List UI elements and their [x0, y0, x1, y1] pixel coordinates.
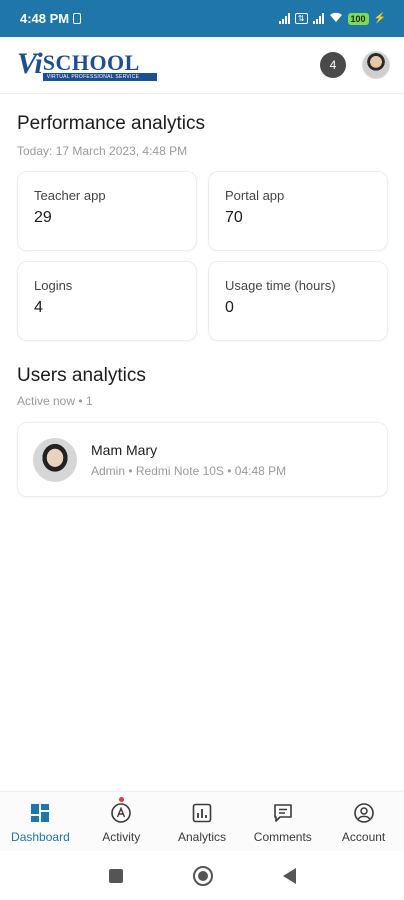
nav-item-account[interactable]: Account: [323, 792, 404, 851]
dashboard-icon: [29, 802, 51, 824]
stat-card-portal-app[interactable]: Portal app 70: [208, 171, 388, 251]
status-bar: 4:48 PM ⇅ 100 ⚡: [0, 0, 404, 37]
users-subtitle: Active now • 1: [17, 394, 93, 408]
stat-value: 4: [34, 299, 43, 316]
stat-value: 29: [34, 209, 52, 226]
user-meta: Admin • Redmi Note 10S • 04:48 PM: [91, 464, 287, 478]
system-nav-bar: [0, 851, 404, 900]
sim-icon: [73, 13, 82, 24]
nav-item-comments[interactable]: Comments: [242, 792, 323, 851]
nav-label: Dashboard: [11, 830, 70, 844]
stat-value: 0: [225, 299, 234, 316]
comments-icon: [272, 802, 294, 824]
stat-label: Teacher app: [34, 188, 106, 203]
charging-icon: ⚡: [373, 13, 386, 24]
analytics-icon: [191, 802, 213, 824]
app-header: Vi SCHOOL VIRTUAL PROFESSIONAL SERVICE 4: [0, 37, 404, 94]
avatar: [33, 438, 77, 482]
battery-icon: 100: [347, 12, 369, 25]
wifi-icon: [329, 11, 343, 26]
performance-title: Performance analytics: [17, 113, 205, 134]
account-icon: [353, 802, 375, 824]
profile-avatar[interactable]: [362, 51, 390, 79]
logo-tagline: VIRTUAL PROFESSIONAL SERVICE: [42, 73, 157, 81]
signal-icon: [278, 13, 290, 24]
activity-icon: [110, 802, 132, 824]
status-time: 4:48 PM: [20, 11, 70, 26]
stat-value: 70: [225, 209, 243, 226]
nav-label: Activity: [102, 830, 141, 844]
user-name: Mam Mary: [91, 442, 158, 458]
vischool-logo: Vi SCHOOL VIRTUAL PROFESSIONAL SERVICE: [17, 47, 157, 81]
signal-icon-2: [312, 13, 324, 24]
status-icons: ⇅ 100 ⚡: [278, 11, 386, 26]
logo-school: SCHOOL: [42, 50, 140, 75]
stat-label: Logins: [34, 278, 73, 293]
notification-badge[interactable]: 4: [320, 52, 346, 78]
stat-card-teacher-app[interactable]: Teacher app 29: [17, 171, 197, 251]
list-item[interactable]: Mam Mary Admin • Redmi Note 10S • 04:48 …: [17, 422, 388, 497]
nav-item-analytics[interactable]: Analytics: [162, 792, 243, 851]
stat-label: Portal app: [225, 188, 285, 203]
nav-label: Comments: [253, 830, 312, 844]
bottom-nav: Dashboard Activity Analytics Comments Ac…: [0, 791, 404, 851]
nav-label: Account: [341, 830, 386, 844]
performance-subtitle: Today: 17 March 2023, 4:48 PM: [17, 144, 188, 158]
stat-label: Usage time (hours): [225, 278, 336, 293]
nav-item-dashboard[interactable]: Dashboard: [0, 792, 81, 851]
nav-item-activity[interactable]: Activity: [81, 792, 162, 851]
back-icon[interactable]: [282, 867, 296, 884]
nav-label: Analytics: [177, 830, 226, 844]
stat-card-usage-time[interactable]: Usage time (hours) 0: [208, 261, 388, 341]
home-icon[interactable]: [192, 865, 213, 886]
stat-card-logins[interactable]: Logins 4: [17, 261, 197, 341]
data-icon: ⇅: [294, 13, 308, 24]
users-title: Users analytics: [17, 365, 146, 386]
recent-apps-icon[interactable]: [108, 868, 123, 883]
logo-vi: Vi: [17, 47, 43, 80]
